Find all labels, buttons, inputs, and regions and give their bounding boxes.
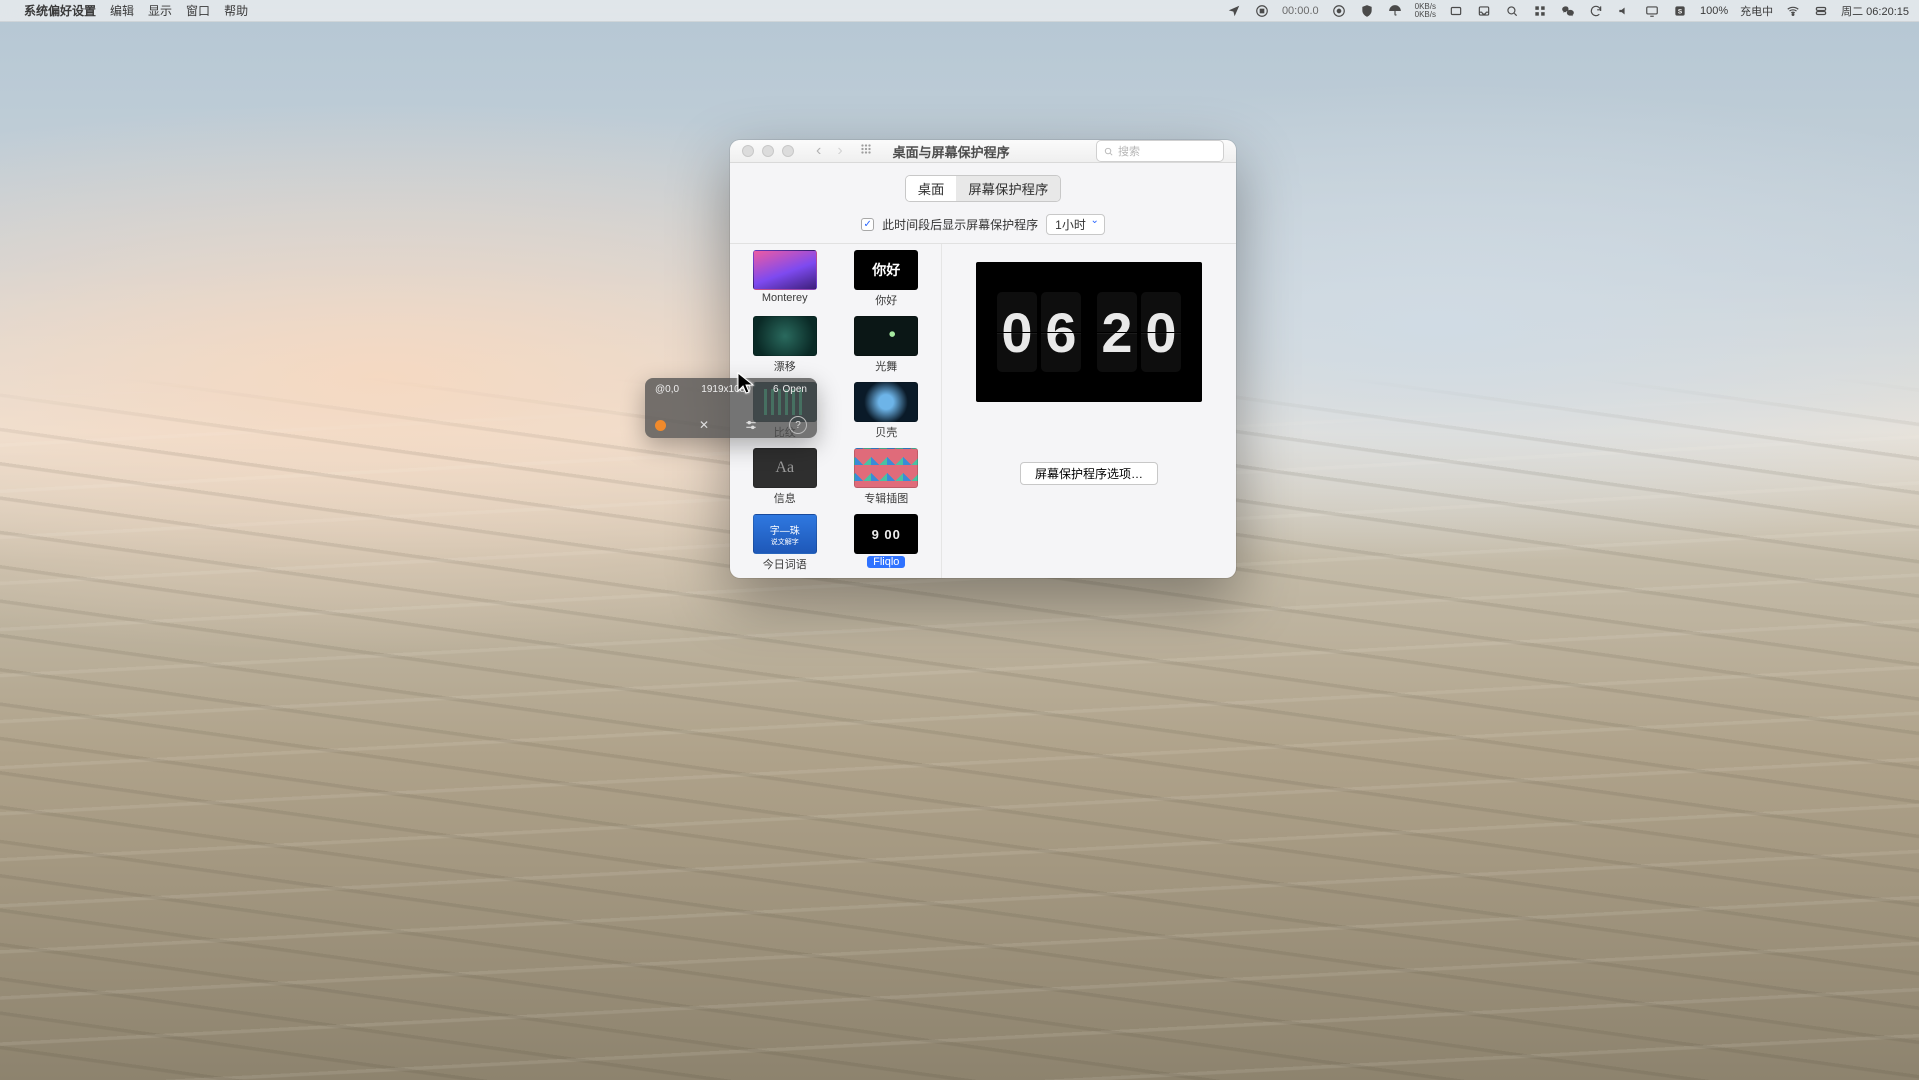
flip-m1: 2 [1097, 292, 1137, 372]
delay-select[interactable]: 1小时 [1046, 214, 1105, 235]
ss-item-album[interactable]: 专辑插图 [846, 448, 928, 506]
mouse-cursor-icon [737, 372, 757, 401]
delay-checkbox[interactable]: ✓ [861, 218, 874, 231]
search-icon[interactable] [1504, 3, 1520, 19]
wifi-icon[interactable] [1785, 3, 1801, 19]
record-timer: 00:00.0 [1282, 5, 1319, 17]
nav-forward-icon: › [837, 142, 842, 160]
thumb-message: Aa [753, 448, 817, 488]
thumb-fliqlo: 9 00 [854, 514, 918, 554]
ss-label: 今日词语 [763, 556, 807, 572]
thumb-word: 字—珠 说文解字 [753, 514, 817, 554]
screenshot-icon[interactable] [1448, 3, 1464, 19]
svg-text:S: S [1678, 8, 1683, 15]
delay-label: 此时间段后显示屏幕保护程序 [882, 216, 1038, 233]
thumb-drift [753, 316, 817, 356]
square-s-icon[interactable]: S [1672, 3, 1688, 19]
flip-m2: 0 [1141, 292, 1181, 372]
menubar-clock[interactable]: 周二 06:20:15 [1841, 3, 1909, 19]
thumb-light [854, 316, 918, 356]
ss-item-monterey[interactable]: Monterey [744, 250, 826, 308]
record-stop-icon[interactable] [1254, 3, 1270, 19]
siri-eye-icon[interactable] [1331, 3, 1347, 19]
ss-label: Monterey [762, 292, 808, 304]
control-center-icon[interactable] [1813, 3, 1829, 19]
nav-back-icon[interactable]: ‹ [816, 142, 821, 160]
menu-window[interactable]: 窗口 [186, 2, 210, 19]
menubar: 系统偏好设置 编辑 显示 窗口 帮助 00:00.0 0KB/s 0KB/s S… [0, 0, 1919, 22]
thumb-nihao: 你好 [854, 250, 918, 290]
hud-origin: @0,0 [655, 384, 679, 395]
shield-icon[interactable] [1359, 3, 1375, 19]
ss-item-drift[interactable]: 漂移 [744, 316, 826, 374]
ss-label: 光舞 [875, 358, 897, 374]
ss-item-word[interactable]: 字—珠 说文解字 今日词语 [744, 514, 826, 572]
flip-h1: 0 [997, 292, 1037, 372]
thumb-monterey [753, 250, 817, 290]
hud-record-icon[interactable] [655, 420, 666, 431]
search-icon [1103, 146, 1114, 157]
zoom-dot[interactable] [782, 145, 794, 157]
tab-screensaver[interactable]: 屏幕保护程序 [956, 176, 1060, 201]
minimize-dot[interactable] [762, 145, 774, 157]
screensaver-options-button[interactable]: 屏幕保护程序选项… [1020, 462, 1158, 485]
grid-app-icon[interactable] [1532, 3, 1548, 19]
ss-label: 你好 [875, 292, 897, 308]
flip-h2: 6 [1041, 292, 1081, 372]
tray-icon[interactable] [1476, 3, 1492, 19]
ss-label: 贝壳 [875, 424, 897, 440]
ss-label: 漂移 [774, 358, 796, 374]
prefs-search[interactable]: 搜索 [1096, 140, 1224, 162]
ss-item-fliqlo[interactable]: 9 00 Fliqlo [846, 514, 928, 572]
volume-icon[interactable] [1616, 3, 1632, 19]
thumb-shell [854, 382, 918, 422]
sync-icon[interactable] [1588, 3, 1604, 19]
battery-percent: 100% [1700, 5, 1728, 17]
network-speed: 0KB/s 0KB/s [1415, 3, 1436, 19]
monitor-icon[interactable] [1644, 3, 1660, 19]
location-icon[interactable] [1226, 3, 1242, 19]
hud-timer: 6 [773, 384, 779, 395]
menu-help[interactable]: 帮助 [224, 2, 248, 19]
hud-settings-icon[interactable] [742, 416, 760, 434]
ss-item-nihao[interactable]: 你好 你好 [846, 250, 928, 308]
menu-edit[interactable]: 编辑 [110, 2, 134, 19]
ss-item-light[interactable]: 光舞 [846, 316, 928, 374]
tab-desktop[interactable]: 桌面 [906, 176, 957, 201]
tab-segmented: 桌面 屏幕保护程序 [905, 175, 1062, 202]
window-title: 桌面与屏幕保护程序 [893, 142, 1010, 161]
hud-close-icon[interactable]: ✕ [695, 416, 713, 434]
screensaver-preview[interactable]: 0 6 2 0 [976, 262, 1202, 402]
ss-label: 专辑插图 [864, 490, 908, 506]
search-placeholder: 搜索 [1118, 143, 1140, 159]
umbrella-icon[interactable] [1387, 3, 1403, 19]
preview-pane: 0 6 2 0 屏幕保护程序选项… [942, 244, 1236, 578]
thumb-album [854, 448, 918, 488]
traffic-lights[interactable] [742, 145, 794, 157]
menubar-app-title[interactable]: 系统偏好设置 [24, 2, 96, 19]
system-prefs-window: ‹ › 桌面与屏幕保护程序 搜索 桌面 屏幕保护程序 ✓ 此时间段后显示屏幕保护… [730, 140, 1236, 578]
screenshot-hud[interactable]: @0,0 1919x1080 6 Open ✕ ? [645, 378, 817, 438]
ss-item-message[interactable]: Aa 信息 [744, 448, 826, 506]
wechat-icon[interactable] [1560, 3, 1576, 19]
menu-view[interactable]: 显示 [148, 2, 172, 19]
window-titlebar[interactable]: ‹ › 桌面与屏幕保护程序 搜索 [730, 140, 1236, 163]
battery-state: 充电中 [1740, 3, 1773, 19]
ss-label: Fliqlo [867, 556, 905, 568]
hud-help-icon[interactable]: ? [789, 416, 807, 434]
show-all-icon[interactable] [859, 142, 873, 161]
ss-label: 信息 [774, 490, 796, 506]
ss-item-shell[interactable]: 贝壳 [846, 382, 928, 440]
close-dot[interactable] [742, 145, 754, 157]
hud-open[interactable]: Open [783, 384, 807, 395]
